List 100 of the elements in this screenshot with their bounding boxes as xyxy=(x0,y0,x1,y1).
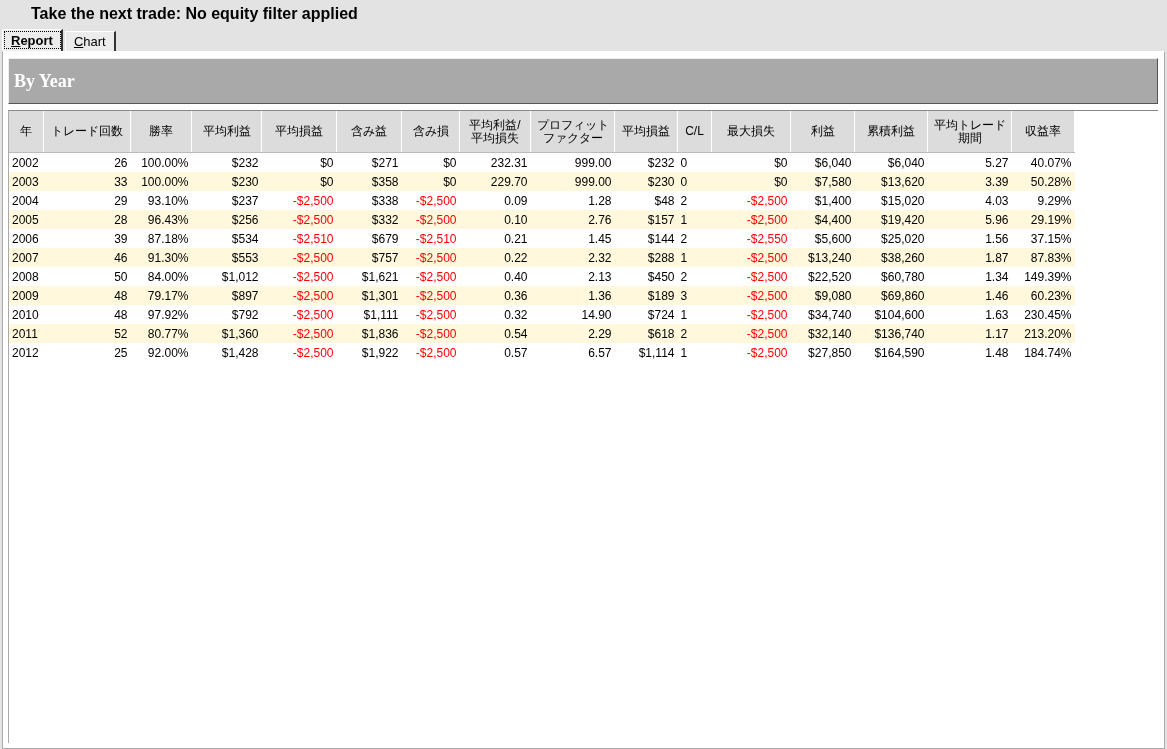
tab[interactable]: Chart xyxy=(64,31,116,51)
table-cell: 2 xyxy=(677,267,712,286)
table-cell: -$2,500 xyxy=(261,191,337,210)
table-cell: -$2,500 xyxy=(261,343,337,362)
table-cell: 50.28% xyxy=(1011,172,1075,191)
table-cell: $0 xyxy=(401,172,460,191)
table-cell: 184.74% xyxy=(1011,343,1075,362)
table-cell: 91.30% xyxy=(130,248,192,267)
table-cell: -$2,500 xyxy=(401,248,460,267)
table-cell: 2 xyxy=(677,191,712,210)
table-cell: 6.57 xyxy=(530,343,615,362)
table-cell: -$2,500 xyxy=(711,324,791,343)
table-cell: 2 xyxy=(677,229,712,248)
table-cell: $679 xyxy=(336,229,402,248)
table-cell: 0 xyxy=(677,172,712,191)
table-cell: -$2,500 xyxy=(711,191,791,210)
table-cell: 50 xyxy=(43,267,131,286)
table-cell: 84.00% xyxy=(130,267,192,286)
table-cell: 2005 xyxy=(9,210,44,229)
table-cell: 2010 xyxy=(9,305,44,324)
column-header[interactable]: 含み益 xyxy=(336,111,402,153)
table-cell: 1.46 xyxy=(927,286,1012,305)
table-cell: $757 xyxy=(336,248,402,267)
table-cell: 229.70 xyxy=(459,172,531,191)
table-cell: -$2,500 xyxy=(401,343,460,362)
table-cell: 1.63 xyxy=(927,305,1012,324)
column-header[interactable]: 平均損益 xyxy=(261,111,337,153)
table-cell: $22,520 xyxy=(790,267,855,286)
table-cell: 232.31 xyxy=(459,152,531,172)
column-header[interactable]: 累積利益 xyxy=(854,111,928,153)
table-cell: 1.17 xyxy=(927,324,1012,343)
table-cell: $237 xyxy=(191,191,262,210)
table-cell: -$2,500 xyxy=(711,343,791,362)
table-cell: $48 xyxy=(614,191,678,210)
table-cell: $0 xyxy=(711,172,791,191)
table-cell: -$2,550 xyxy=(711,229,791,248)
table-cell: 1.45 xyxy=(530,229,615,248)
column-header[interactable]: C/L xyxy=(677,111,712,153)
table-cell: 29.19% xyxy=(1011,210,1075,229)
table-cell: $338 xyxy=(336,191,402,210)
table-cell: 2 xyxy=(677,324,712,343)
column-header[interactable]: 平均損益 xyxy=(614,111,678,153)
column-header[interactable]: 利益 xyxy=(790,111,855,153)
table-cell: 1.28 xyxy=(530,191,615,210)
table-cell: 2004 xyxy=(9,191,44,210)
table-cell: $32,140 xyxy=(790,324,855,343)
table-cell: $7,580 xyxy=(790,172,855,191)
table-cell: 999.00 xyxy=(530,172,615,191)
table-cell: 1 xyxy=(677,210,712,229)
table-cell: 60.23% xyxy=(1011,286,1075,305)
column-header[interactable]: プロフィットファクター xyxy=(530,111,615,153)
table-cell: 33 xyxy=(43,172,131,191)
table-cell: 100.00% xyxy=(130,152,192,172)
table-cell: 79.17% xyxy=(130,286,192,305)
table-cell: 1.56 xyxy=(927,229,1012,248)
table-cell: $1,836 xyxy=(336,324,402,343)
table-cell: 2.13 xyxy=(530,267,615,286)
table-cell: 52 xyxy=(43,324,131,343)
column-header[interactable]: 含み損 xyxy=(401,111,460,153)
table-cell: $1,922 xyxy=(336,343,402,362)
table-cell: -$2,500 xyxy=(711,248,791,267)
table-cell: 48 xyxy=(43,305,131,324)
table-cell: 1.34 xyxy=(927,267,1012,286)
table-cell: $19,420 xyxy=(854,210,928,229)
column-header[interactable]: 平均トレード期間 xyxy=(927,111,1012,153)
column-header[interactable]: 勝率 xyxy=(130,111,192,153)
table-cell: $157 xyxy=(614,210,678,229)
table-cell: 37.15% xyxy=(1011,229,1075,248)
table-cell: 2.76 xyxy=(530,210,615,229)
column-header[interactable]: 年 xyxy=(9,111,44,153)
table-cell: 0.21 xyxy=(459,229,531,248)
table-cell: $1,301 xyxy=(336,286,402,305)
table-cell: $34,740 xyxy=(790,305,855,324)
column-header[interactable]: 平均利益/平均損失 xyxy=(459,111,531,153)
tab[interactable]: Report xyxy=(2,29,63,51)
table-cell: $136,740 xyxy=(854,324,928,343)
table-cell: 1.48 xyxy=(927,343,1012,362)
table-cell: 25 xyxy=(43,343,131,362)
table-cell: -$2,500 xyxy=(401,305,460,324)
table-cell: -$2,500 xyxy=(401,324,460,343)
table-cell: -$2,500 xyxy=(711,267,791,286)
table-cell: 230.45% xyxy=(1011,305,1075,324)
column-header[interactable]: 最大損失 xyxy=(711,111,791,153)
table-cell: -$2,500 xyxy=(401,210,460,229)
column-header[interactable]: 平均利益 xyxy=(191,111,262,153)
table-cell: $15,020 xyxy=(854,191,928,210)
table-cell: 2006 xyxy=(9,229,44,248)
table-cell: $13,240 xyxy=(790,248,855,267)
table-cell: 97.92% xyxy=(130,305,192,324)
table-cell: $5,600 xyxy=(790,229,855,248)
table-cell: -$2,500 xyxy=(261,210,337,229)
table-cell: $534 xyxy=(191,229,262,248)
column-header[interactable]: 収益率 xyxy=(1011,111,1075,153)
table-cell: -$2,510 xyxy=(261,229,337,248)
table-cell: 5.96 xyxy=(927,210,1012,229)
column-header[interactable]: トレード回数 xyxy=(43,111,131,153)
table-cell: $189 xyxy=(614,286,678,305)
table-cell: $27,850 xyxy=(790,343,855,362)
table-cell: 1 xyxy=(677,305,712,324)
table-cell: -$2,500 xyxy=(401,191,460,210)
